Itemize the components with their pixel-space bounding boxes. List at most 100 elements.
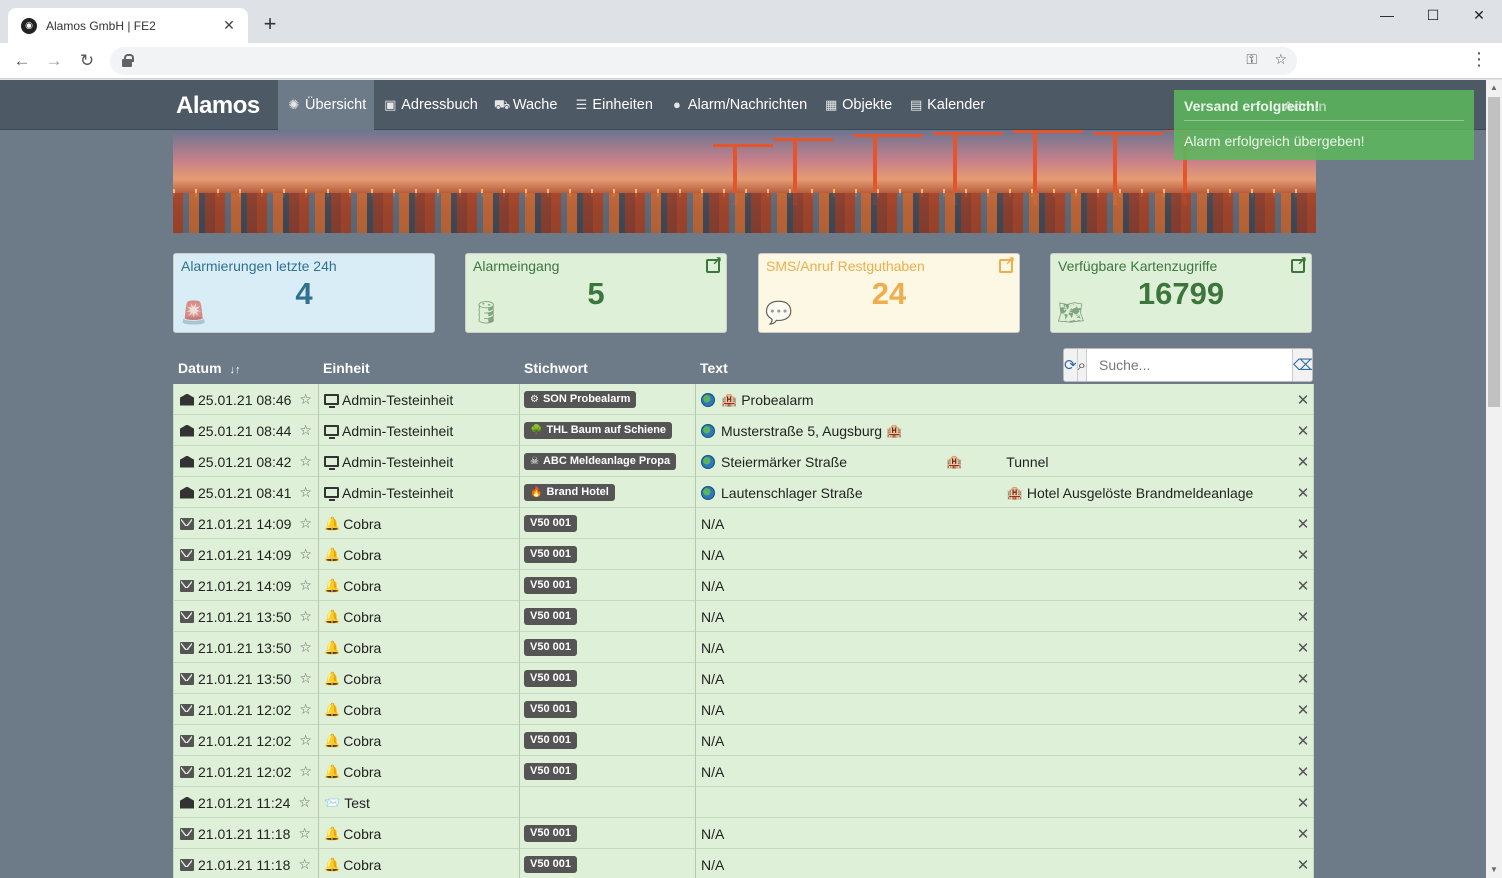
- text-cell: N/A: [696, 818, 1286, 849]
- delete-icon[interactable]: ✕: [1294, 508, 1312, 539]
- star-icon[interactable]: ☆: [299, 608, 312, 625]
- delete-icon[interactable]: ✕: [1294, 818, 1312, 849]
- unit-column-header[interactable]: Einheit: [323, 360, 370, 376]
- star-icon[interactable]: ☆: [299, 546, 312, 563]
- delete-icon[interactable]: ✕: [1294, 663, 1312, 694]
- external-link-icon[interactable]: [1291, 254, 1307, 273]
- star-icon[interactable]: ☆: [299, 701, 312, 718]
- nav-item-einheiten[interactable]: ☰ Einheiten: [565, 80, 660, 130]
- table-row[interactable]: 21.01.21 14:09 ☆ 🔔 Cobra V50 001 N/A ✕: [173, 570, 1314, 601]
- tab-close-icon[interactable]: ✕: [220, 17, 238, 34]
- stat-panel[interactable]: Alarmeingang 5 🛢: [465, 253, 727, 333]
- keyword-column-header[interactable]: Stichwort: [524, 360, 588, 376]
- nav-item-alarm-nachrichten[interactable]: ● Alarm/Nachrichten: [661, 80, 815, 130]
- table-row[interactable]: 21.01.21 14:09 ☆ 🔔 Cobra V50 001 N/A ✕: [173, 508, 1314, 539]
- star-icon[interactable]: ☆: [299, 763, 312, 780]
- table-row[interactable]: 25.01.21 08:41 ☆ Admin-Testeinheit 🔥 Brand H…: [173, 477, 1314, 508]
- search-icon[interactable]: ⌕: [1077, 349, 1087, 381]
- star-icon[interactable]: ☆: [299, 670, 312, 687]
- envelope-open-icon: [180, 424, 194, 437]
- table-row[interactable]: 25.01.21 08:44 ☆ Admin-Testeinheit 🌳 THL Bau…: [173, 415, 1314, 446]
- stat-panel[interactable]: SMS/Anruf Restguthaben 24 💬: [758, 253, 1020, 333]
- delete-icon[interactable]: ✕: [1294, 446, 1312, 477]
- star-icon[interactable]: ☆: [298, 794, 311, 811]
- globe-icon[interactable]: [701, 485, 715, 500]
- reload-icon[interactable]: ↻: [74, 49, 100, 73]
- delete-icon[interactable]: ✕: [1294, 415, 1312, 446]
- delete-icon[interactable]: ✕: [1294, 570, 1312, 601]
- forward-arrow-icon[interactable]: →: [41, 49, 67, 73]
- table-row[interactable]: 21.01.21 13:50 ☆ 🔔 Cobra V50 001 N/A ✕: [173, 663, 1314, 694]
- table-row[interactable]: 21.01.21 12:02 ☆ 🔔 Cobra V50 001 N/A ✕: [173, 756, 1314, 787]
- globe-icon[interactable]: [701, 392, 715, 407]
- delete-icon[interactable]: ✕: [1294, 725, 1312, 756]
- nav-item-übersicht[interactable]: ✺ Übersicht: [278, 80, 375, 130]
- table-row[interactable]: 21.01.21 13:50 ☆ 🔔 Cobra V50 001 N/A ✕: [173, 632, 1314, 663]
- browser-menu-icon[interactable]: ⋮: [1470, 50, 1488, 68]
- alamos-logo[interactable]: Alamos: [176, 92, 260, 120]
- delete-icon[interactable]: ✕: [1294, 849, 1312, 878]
- date-cell: 21.01.21 14:09 ☆: [174, 508, 319, 539]
- text-column-header[interactable]: Text: [700, 360, 728, 376]
- scroll-down-icon[interactable]: ▼: [1486, 862, 1502, 878]
- star-icon[interactable]: ☆: [299, 422, 312, 439]
- key-icon[interactable]: ⚿: [1246, 51, 1257, 68]
- external-link-icon[interactable]: [999, 254, 1015, 273]
- delete-icon[interactable]: ✕: [1294, 756, 1312, 787]
- star-icon[interactable]: ☆: [298, 825, 311, 842]
- delete-icon[interactable]: ✕: [1294, 632, 1312, 663]
- star-icon[interactable]: ☆: [299, 391, 312, 408]
- nav-item-kalender[interactable]: ▤ Kalender: [900, 80, 993, 130]
- delete-icon[interactable]: ✕: [1294, 539, 1312, 570]
- minimize-button[interactable]: —: [1364, 0, 1410, 30]
- envelope-open-icon: [180, 455, 194, 468]
- nav-item-wache[interactable]: ⛟ Wache: [486, 80, 566, 130]
- table-row[interactable]: 25.01.21 08:46 ☆ Admin-Testeinheit ⚙ SON Pro…: [173, 384, 1314, 415]
- success-toast[interactable]: Versand erfolgreich! Admin Alarm erfolgr…: [1174, 90, 1474, 160]
- star-icon[interactable]: ☆: [299, 515, 312, 532]
- table-row[interactable]: 25.01.21 08:42 ☆ Admin-Testeinheit ☠ ABC Mel…: [173, 446, 1314, 477]
- star-icon[interactable]: ☆: [299, 453, 312, 470]
- globe-icon[interactable]: [701, 423, 715, 438]
- stat-panel[interactable]: Verfügbare Kartenzugriffe 16799 🗺: [1050, 253, 1312, 333]
- table-row[interactable]: 21.01.21 14:09 ☆ 🔔 Cobra V50 001 N/A ✕: [173, 539, 1314, 570]
- star-icon[interactable]: ☆: [298, 856, 311, 873]
- bookmark-star-icon[interactable]: ☆: [1274, 51, 1287, 68]
- nav-item-label: Objekte: [842, 97, 893, 113]
- new-tab-button[interactable]: +: [258, 13, 282, 37]
- star-icon[interactable]: ☆: [299, 732, 312, 749]
- delete-icon[interactable]: ✕: [1294, 694, 1312, 725]
- external-link-icon[interactable]: [706, 254, 722, 273]
- close-window-button[interactable]: ✕: [1456, 0, 1502, 30]
- globe-icon[interactable]: [701, 454, 715, 469]
- delete-icon[interactable]: ✕: [1294, 601, 1312, 632]
- text-cell: N/A: [696, 632, 1286, 663]
- nav-item-adressbuch[interactable]: ▣ Adressbuch: [374, 80, 486, 130]
- address-bar[interactable]: ⚿ ☆: [110, 47, 1297, 75]
- scroll-up-icon[interactable]: ▲: [1486, 80, 1502, 96]
- star-icon[interactable]: ☆: [299, 639, 312, 656]
- scroll-thumb[interactable]: [1488, 97, 1500, 407]
- monitor-icon: [324, 487, 339, 501]
- table-row[interactable]: 21.01.21 11:18 ☆ 🔔 Cobra V50 001 N/A ✕: [173, 818, 1314, 849]
- table-row[interactable]: 21.01.21 12:02 ☆ 🔔 Cobra V50 001 N/A ✕: [173, 725, 1314, 756]
- date-column-header[interactable]: Datum ↓↑: [178, 360, 240, 376]
- browser-tab[interactable]: ◉ Alamos GmbH | FE2 ✕: [8, 8, 248, 43]
- eraser-icon[interactable]: ⌫: [1291, 349, 1312, 381]
- star-icon[interactable]: ☆: [299, 577, 312, 594]
- delete-icon[interactable]: ✕: [1294, 384, 1312, 415]
- page-scrollbar[interactable]: ▲ ▼: [1486, 80, 1502, 878]
- table-row[interactable]: 21.01.21 11:18 ☆ 🔔 Cobra V50 001 N/A ✕: [173, 849, 1314, 878]
- refresh-icon[interactable]: ⟳: [1064, 349, 1078, 381]
- delete-icon[interactable]: ✕: [1294, 787, 1312, 818]
- nav-item-objekte[interactable]: ▦ Objekte: [815, 80, 900, 130]
- table-row[interactable]: 21.01.21 12:02 ☆ 🔔 Cobra V50 001 N/A ✕: [173, 694, 1314, 725]
- star-icon[interactable]: ☆: [299, 484, 312, 501]
- search-input[interactable]: [1086, 349, 1292, 381]
- back-arrow-icon[interactable]: ←: [9, 49, 35, 73]
- delete-icon[interactable]: ✕: [1294, 477, 1312, 508]
- keyword-cell: [520, 787, 696, 818]
- table-row[interactable]: 21.01.21 13:50 ☆ 🔔 Cobra V50 001 N/A ✕: [173, 601, 1314, 632]
- table-row[interactable]: 21.01.21 11:24 ☆ 📨 Test ✕: [173, 787, 1314, 818]
- maximize-button[interactable]: ☐: [1410, 0, 1456, 30]
